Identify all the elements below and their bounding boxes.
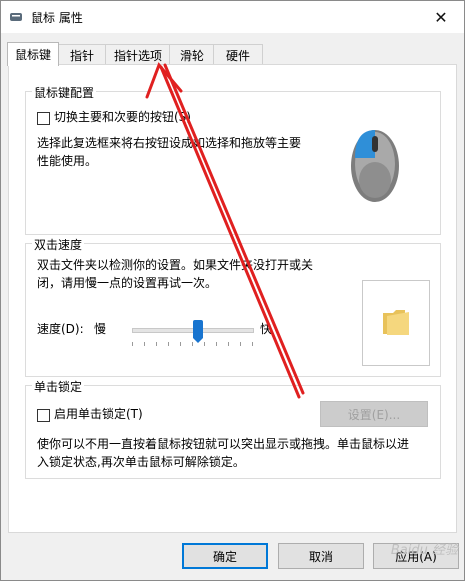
tab-label: 指针 — [69, 48, 94, 63]
speed-slider-tick — [168, 342, 169, 346]
tab-label: 鼠标键 — [14, 48, 51, 62]
speed-slider-tick — [204, 342, 205, 346]
settings-button-label: 设置(E)... — [347, 407, 401, 422]
tab-label: 硬件 — [225, 48, 250, 63]
button-config-desc-1: 选择此复选框来将右按钮设成如选择和拖放等主要 — [37, 136, 302, 150]
close-button[interactable]: ✕ — [418, 1, 464, 33]
tab-label: 滑轮 — [179, 48, 204, 63]
swap-buttons-label[interactable]: 切换主要和次要的按钮(S) — [54, 108, 191, 126]
cancel-label: 取消 — [308, 549, 333, 564]
mouse-icon — [351, 130, 399, 202]
click-lock-checkbox[interactable] — [37, 409, 50, 422]
button-config-title: 鼠标键配置 — [32, 84, 97, 101]
speed-slider-tick — [180, 342, 181, 346]
watermark-text: Baidu 经验 — [390, 543, 458, 558]
mouse-properties-window: 鼠标 属性 ✕ 鼠标键 指针 指针选项 滑轮 硬件 鼠标键配置 切换主要和次要的… — [0, 0, 465, 581]
speed-slider-tick — [228, 342, 229, 346]
folder-icon[interactable] — [381, 307, 413, 337]
slow-label: 慢 — [94, 322, 107, 336]
swap-buttons-checkbox[interactable] — [37, 112, 50, 125]
speed-slider-tick — [132, 342, 133, 346]
speed-slider-tick — [144, 342, 145, 346]
click-lock-title: 单击锁定 — [32, 378, 85, 395]
speed-slider-tick — [252, 342, 253, 346]
speed-label: 速度(D): — [37, 322, 84, 336]
ok-label: 确定 — [212, 549, 237, 564]
double-click-desc-2: 闭，请用慢一点的设置再试一次。 — [37, 276, 218, 290]
speed-slider-tick — [156, 342, 157, 346]
title-bar: 鼠标 属性 ✕ — [1, 1, 464, 33]
double-click-test-area[interactable] — [362, 280, 430, 366]
tab-wheel[interactable]: 滑轮 — [169, 44, 215, 65]
double-click-group: 双击速度 双击文件夹以检测你的设置。如果文件夹没打开或关 闭，请用慢一点的设置再… — [25, 236, 441, 377]
tab-hardware[interactable]: 硬件 — [213, 44, 263, 65]
cancel-button[interactable]: 取消 — [278, 543, 364, 569]
speed-slider-tick — [216, 342, 217, 346]
tab-label: 指针选项 — [113, 48, 162, 63]
click-lock-settings-button[interactable]: 设置(E)... — [320, 401, 428, 427]
ok-button[interactable]: 确定 — [182, 543, 268, 569]
speed-slider-tick — [192, 342, 193, 346]
click-lock-label[interactable]: 启用单击锁定(T) — [54, 405, 143, 423]
mouse-app-icon — [10, 13, 22, 21]
double-click-title: 双击速度 — [32, 236, 85, 253]
button-config-group: 鼠标键配置 切换主要和次要的按钮(S) 选择此复选框来将右按钮设成如选择和拖放等… — [25, 84, 441, 235]
fast-label: 快 — [260, 322, 273, 336]
click-lock-group: 单击锁定 启用单击锁定(T) 设置(E)... 使你可以不用一直按着鼠标按钮就可… — [25, 378, 441, 479]
tab-pointer-options[interactable]: 指针选项 — [105, 44, 171, 65]
double-click-desc-1: 双击文件夹以检测你的设置。如果文件夹没打开或关 — [37, 258, 314, 272]
speed-slider-thumb[interactable] — [193, 320, 203, 343]
button-config-desc-2: 性能使用。 — [37, 154, 98, 168]
close-icon: ✕ — [434, 7, 448, 27]
tab-buttons[interactable]: 鼠标键 — [7, 42, 59, 66]
window-title: 鼠标 属性 — [31, 11, 83, 25]
click-lock-desc-2: 入锁定状态,再次单击鼠标可解除锁定。 — [37, 455, 245, 469]
speed-slider-tick — [240, 342, 241, 346]
tab-panel: 鼠标键配置 切换主要和次要的按钮(S) 选择此复选框来将右按钮设成如选择和拖放等… — [8, 64, 457, 533]
tab-pointers[interactable]: 指针 — [57, 44, 107, 65]
click-lock-desc-1: 使你可以不用一直按着鼠标按钮就可以突出显示或拖拽。单击鼠标以进 — [37, 437, 410, 451]
